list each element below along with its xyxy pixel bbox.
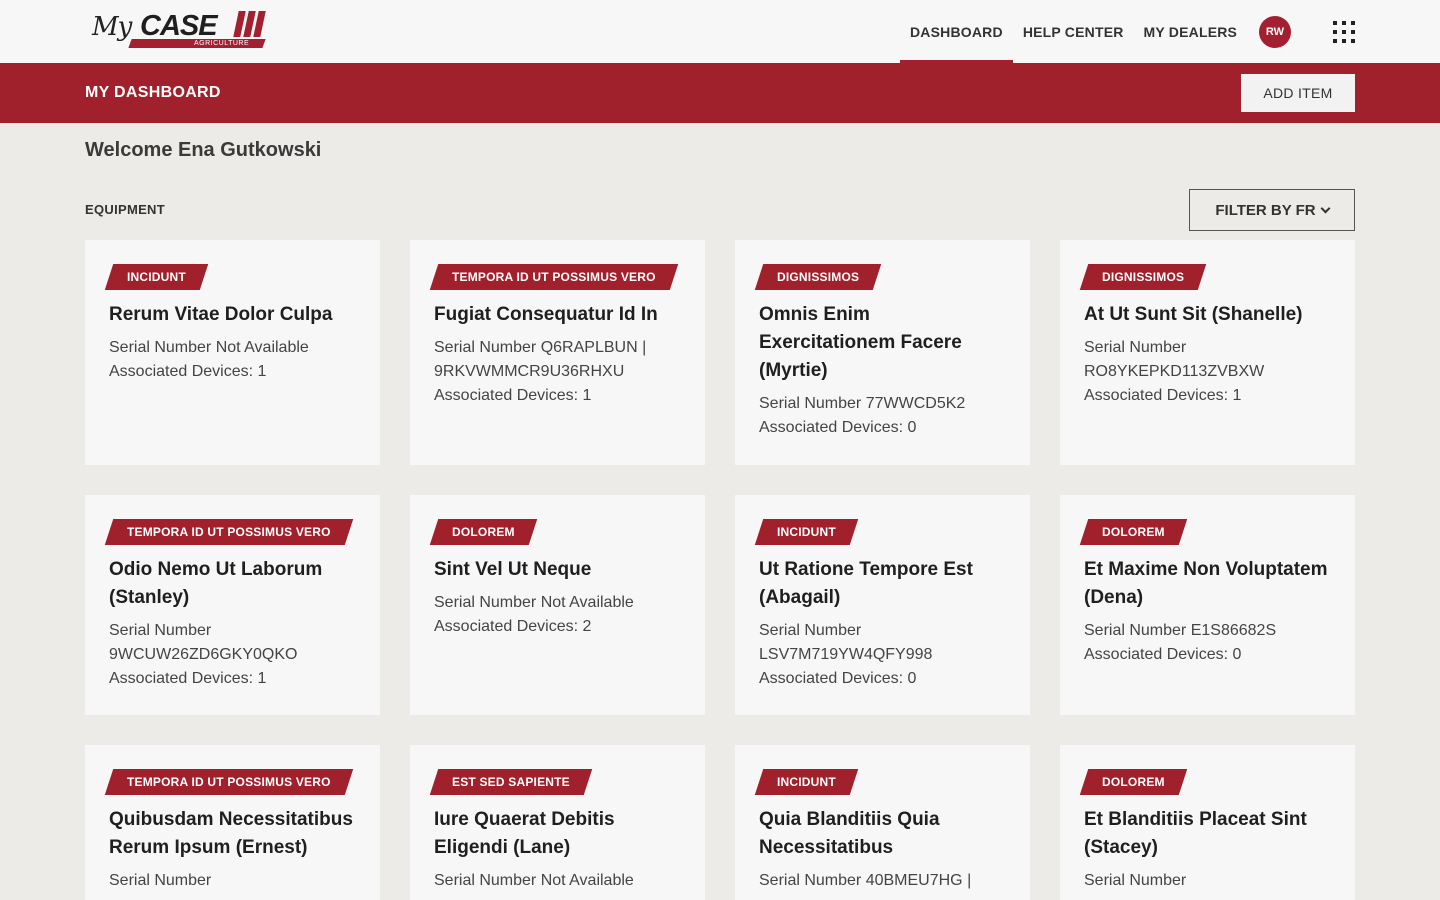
equipment-card[interactable]: DIGNISSIMOS At Ut Sunt Sit (Shanelle) Se… xyxy=(1060,240,1355,465)
category-tag: TEMPORA ID UT POSSIMUS VERO xyxy=(434,264,674,290)
serial-number: Serial Number Not Available xyxy=(434,872,634,889)
serial-number: Serial Number 77WWCD5K2 xyxy=(759,395,966,412)
nav-dashboard[interactable]: DASHBOARD xyxy=(900,0,1013,63)
add-item-button[interactable]: ADD ITEM xyxy=(1241,74,1355,112)
associated-devices: Associated Devices: 0 xyxy=(759,670,917,687)
serial-number: Serial Number LSV7M719YW4QFY998 xyxy=(759,622,933,663)
page-title: MY DASHBOARD xyxy=(85,84,221,101)
welcome-message: Welcome Ena Gutkowski xyxy=(85,139,322,161)
equipment-title: Et Maxime Non Voluptatem (Dena) xyxy=(1084,559,1328,608)
equipment-title: Omnis Enim Exercitationem Facere (Myrtie… xyxy=(759,304,962,381)
equipment-section-label: EQUIPMENT xyxy=(85,202,165,217)
associated-devices: Associated Devices: 0 xyxy=(1084,646,1242,663)
equipment-card[interactable]: DOLOREM Et Maxime Non Voluptatem (Dena) … xyxy=(1060,495,1355,715)
serial-number: Serial Number Not Available xyxy=(434,594,634,611)
equipment-title: Quibusdam Necessitatibus Rerum Ipsum (Er… xyxy=(109,809,353,858)
equipment-card[interactable]: TEMPORA ID UT POSSIMUS VERO Fugiat Conse… xyxy=(410,240,705,465)
serial-number: Serial Number Q6RAPLBUN | 9RKVWMMCR9U36R… xyxy=(434,339,647,380)
equipment-card[interactable]: DOLOREM Et Blanditiis Placeat Sint (Stac… xyxy=(1060,745,1355,900)
associated-devices: Associated Devices: 1 xyxy=(434,387,592,404)
chevron-down-icon xyxy=(1320,203,1331,213)
app-grid-icon[interactable] xyxy=(1333,21,1355,43)
equipment-title: Odio Nemo Ut Laborum (Stanley) xyxy=(109,559,323,608)
equipment-card[interactable]: DOLOREM Sint Vel Ut Neque Serial Number … xyxy=(410,495,705,715)
category-tag: INCIDUNT xyxy=(759,769,854,795)
equipment-card[interactable]: DIGNISSIMOS Omnis Enim Exercitationem Fa… xyxy=(735,240,1030,465)
serial-number: Serial Number RO8YKEPKD113ZVBXW xyxy=(1084,339,1265,380)
user-avatar[interactable]: RW xyxy=(1259,16,1291,48)
equipment-title: Iure Quaerat Debitis Eligendi (Lane) xyxy=(434,809,615,858)
equipment-title: Et Blanditiis Placeat Sint (Stacey) xyxy=(1084,809,1307,858)
serial-number: Serial Number 9WCUW26ZD6GKY0QKO xyxy=(109,622,298,663)
equipment-card[interactable]: TEMPORA ID UT POSSIMUS VERO Quibusdam Ne… xyxy=(85,745,380,900)
dashboard-header-bar: MY DASHBOARD ADD ITEM xyxy=(0,63,1440,123)
category-tag: INCIDUNT xyxy=(759,519,854,545)
nav-my-dealers[interactable]: MY DEALERS xyxy=(1134,0,1248,63)
logo-agriculture-text: AGRICULTURE xyxy=(194,40,250,47)
nav-links: DASHBOARD HELP CENTER MY DEALERS xyxy=(900,0,1247,63)
equipment-card[interactable]: EST SED SAPIENTE Iure Quaerat Debitis El… xyxy=(410,745,705,900)
category-tag: DIGNISSIMOS xyxy=(1084,264,1202,290)
equipment-card[interactable]: TEMPORA ID UT POSSIMUS VERO Odio Nemo Ut… xyxy=(85,495,380,715)
category-tag: EST SED SAPIENTE xyxy=(434,769,588,795)
associated-devices: Associated Devices: 0 xyxy=(759,419,917,436)
equipment-title: At Ut Sunt Sit (Shanelle) xyxy=(1084,304,1303,325)
category-tag: TEMPORA ID UT POSSIMUS VERO xyxy=(109,769,349,795)
equipment-title: Rerum Vitae Dolor Culpa xyxy=(109,304,333,325)
serial-number: Serial Number 40BMEU7HG | xyxy=(759,872,972,889)
equipment-title: Fugiat Consequatur Id In xyxy=(434,304,658,325)
equipment-title: Sint Vel Ut Neque xyxy=(434,559,592,580)
equipment-title: Ut Ratione Tempore Est (Abagail) xyxy=(759,559,973,608)
category-tag: DOLOREM xyxy=(1084,769,1183,795)
category-tag: TEMPORA ID UT POSSIMUS VERO xyxy=(109,519,349,545)
associated-devices: Associated Devices: 2 xyxy=(434,618,592,635)
category-tag: DOLOREM xyxy=(1084,519,1183,545)
serial-number: Serial Number Not Available xyxy=(109,339,309,356)
serial-number: Serial Number xyxy=(1084,872,1187,889)
equipment-card[interactable]: INCIDUNT Quia Blanditiis Quia Necessitat… xyxy=(735,745,1030,900)
top-navigation: My CASE AGRICULTURE DASHBOARD HELP CENTE… xyxy=(0,0,1440,63)
filter-label: FILTER BY FR xyxy=(1215,201,1316,219)
category-tag: DOLOREM xyxy=(434,519,533,545)
category-tag: INCIDUNT xyxy=(109,264,204,290)
equipment-title: Quia Blanditiis Quia Necessitatibus xyxy=(759,809,940,858)
filter-dropdown[interactable]: FILTER BY FR xyxy=(1189,189,1355,231)
category-tag: DIGNISSIMOS xyxy=(759,264,877,290)
mycase-logo[interactable]: My CASE AGRICULTURE xyxy=(90,8,268,50)
logo-my-text: My xyxy=(92,12,132,42)
equipment-card[interactable]: INCIDUNT Rerum Vitae Dolor Culpa Serial … xyxy=(85,240,380,465)
serial-number: Serial Number E1S86682S xyxy=(1084,622,1277,639)
serial-number: Serial Number xyxy=(109,872,212,889)
associated-devices: Associated Devices: 1 xyxy=(109,670,267,687)
associated-devices: Associated Devices: 1 xyxy=(109,363,267,380)
logo-ih-mark xyxy=(232,11,266,37)
equipment-card[interactable]: INCIDUNT Ut Ratione Tempore Est (Abagail… xyxy=(735,495,1030,715)
associated-devices: Associated Devices: 1 xyxy=(1084,387,1242,404)
nav-help-center[interactable]: HELP CENTER xyxy=(1013,0,1134,63)
